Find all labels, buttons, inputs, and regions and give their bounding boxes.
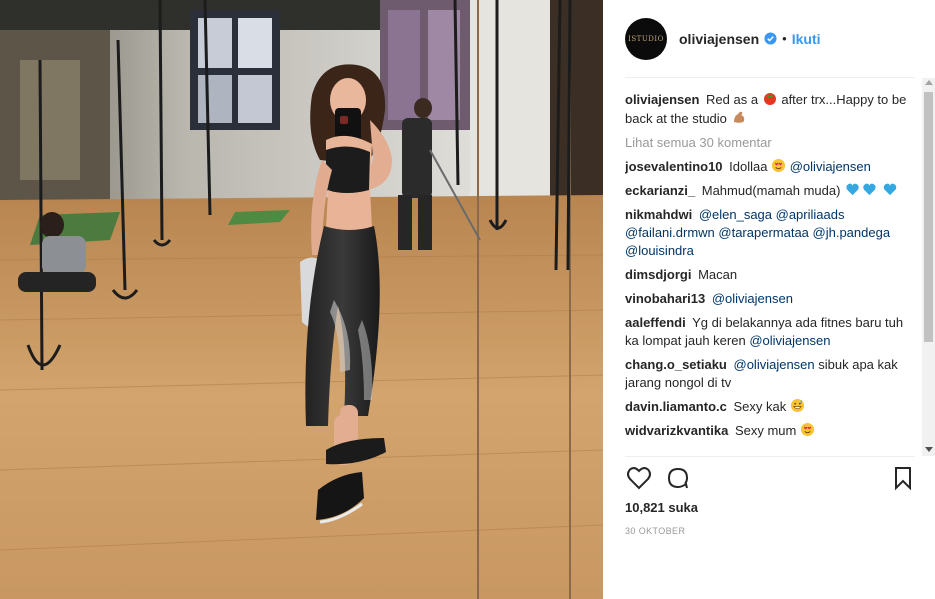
comment-item: vinobahari13 @oliviajensen xyxy=(625,290,908,308)
comment-username[interactable]: davin.liamanto.c xyxy=(625,399,727,414)
post-actions xyxy=(625,464,915,494)
comment-item: davin.liamanto.c Sexy kak xyxy=(625,398,908,416)
scroll-up-arrow-icon[interactable] xyxy=(925,80,933,85)
comment-item: dimsdjorgi Macan xyxy=(625,266,908,284)
heart-eyes-icon xyxy=(800,422,815,437)
post-header: ISTUDIO oliviajensen • Ikuti xyxy=(603,0,935,77)
comment-item: eckarianzi_ Mahmud(mamah muda) xyxy=(625,182,908,200)
comment-mention[interactable]: @oliviajensen xyxy=(712,291,793,306)
comments-list[interactable]: oliviajensen Red as a after trx...Happy … xyxy=(625,90,908,454)
scroll-down-arrow-icon[interactable] xyxy=(925,447,933,452)
scroll-thumb[interactable] xyxy=(924,92,933,342)
post-side-panel: ISTUDIO oliviajensen • Ikuti oliviajense… xyxy=(603,0,935,599)
avatar[interactable]: ISTUDIO xyxy=(625,17,667,60)
tomato-icon xyxy=(763,93,776,105)
comment-text: Macan xyxy=(698,267,738,282)
caption-username[interactable]: oliviajensen xyxy=(625,92,699,107)
comment-username[interactable]: vinobahari13 xyxy=(625,291,705,306)
post-photo[interactable] xyxy=(0,0,603,599)
comment-text: Mahmud(mamah muda) xyxy=(701,183,841,198)
comment-username[interactable]: widvarizkvantika xyxy=(625,423,728,438)
gym-mirror-selfie-image xyxy=(0,0,603,599)
header-username[interactable]: oliviajensen xyxy=(679,31,759,47)
view-all-comments-link[interactable]: Lihat semua 30 komentar xyxy=(625,134,908,152)
save-bookmark-icon[interactable] xyxy=(889,464,917,492)
comment-text: Sexy kak xyxy=(733,399,787,414)
follow-button[interactable]: Ikuti xyxy=(792,31,821,47)
comment-item: josevalentino10 Idollaa @oliviajensen xyxy=(625,158,908,176)
comment-username[interactable]: josevalentino10 xyxy=(625,159,723,174)
comment-mention[interactable]: @oliviajensen xyxy=(749,333,830,348)
comment-item: widvarizkvantika Sexy mum xyxy=(625,422,908,440)
grinning-sweat-icon xyxy=(790,398,804,413)
comment-item: nikmahdwi @elen_saga @apriliaads @failan… xyxy=(625,206,908,260)
header-separator: • xyxy=(782,31,787,46)
comment-text: Sexy mum xyxy=(734,423,797,438)
comment-username[interactable]: dimsdjorgi xyxy=(625,267,691,282)
heart-eyes-icon xyxy=(772,158,786,173)
comment-mention[interactable]: @oliviajensen xyxy=(734,357,815,372)
comment-mention[interactable]: @oliviajensen xyxy=(790,159,871,174)
flexed-biceps-icon xyxy=(733,111,744,123)
comments-scrollbar[interactable] xyxy=(922,78,935,456)
comment-username[interactable]: chang.o_setiaku xyxy=(625,357,727,372)
instagram-post: ISTUDIO oliviajensen • Ikuti oliviajense… xyxy=(0,0,935,599)
actions-divider xyxy=(625,456,915,457)
blue-hearts-icon xyxy=(846,183,876,196)
comment-username[interactable]: eckarianzi_ xyxy=(625,183,695,198)
header-divider xyxy=(625,77,915,78)
comment-username[interactable]: nikmahdwi xyxy=(625,207,692,222)
verified-badge-icon xyxy=(764,32,777,45)
like-heart-icon[interactable] xyxy=(625,464,653,492)
studio-logo-icon: ISTUDIO xyxy=(628,34,664,43)
likes-count[interactable]: 10,821 suka xyxy=(625,500,698,515)
comment-item: chang.o_setiaku @oliviajensen sibuk apa … xyxy=(625,356,908,392)
comment-text: Idollaa xyxy=(729,159,768,174)
post-date[interactable]: 30 OKTOBER xyxy=(625,526,685,536)
comment-bubble-icon[interactable] xyxy=(665,464,693,492)
comment-item: aaleffendi Yg di belakannya ada fitnes b… xyxy=(625,314,908,350)
caption-text-before: Red as a xyxy=(706,92,759,107)
caption: oliviajensen Red as a after trx...Happy … xyxy=(625,90,908,128)
comment-username[interactable]: aaleffendi xyxy=(625,315,686,330)
blue-heart-icon xyxy=(883,183,896,196)
